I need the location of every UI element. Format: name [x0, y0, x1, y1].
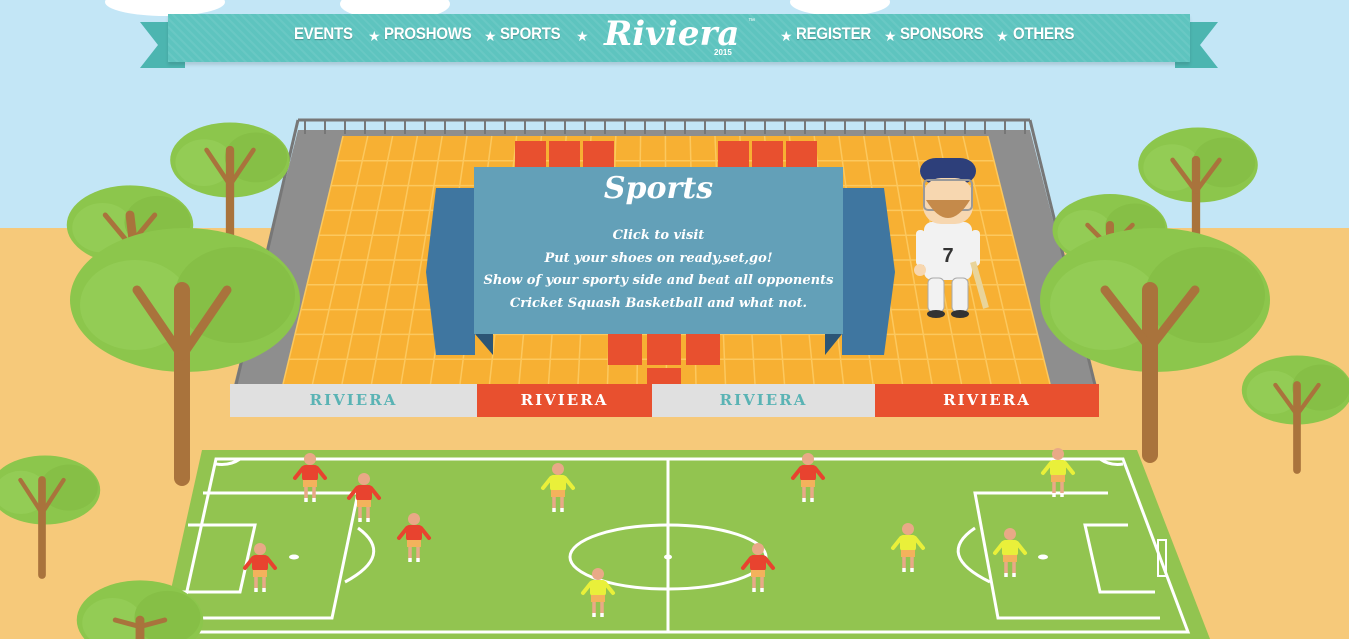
star-icon: ★ — [780, 28, 793, 44]
star-icon: ★ — [368, 28, 381, 44]
star-icon: ★ — [884, 28, 897, 44]
star-icon: ★ — [576, 28, 589, 44]
sports-info-panel[interactable]: Sports Click to visit Put your shoes on … — [474, 167, 843, 334]
panel-ribbon-left — [426, 188, 475, 355]
riviera-banner-label: RIVIERA — [520, 391, 609, 409]
nav-sports[interactable]: SPORTS — [500, 24, 561, 44]
panel-line-tagline: Put your shoes on ready,set,go! — [544, 251, 773, 266]
panel-title: Sports — [603, 171, 714, 206]
riviera-banner-label: RIVIERA — [309, 391, 398, 409]
riviera-banner-label: RIVIERA — [943, 391, 1031, 409]
panel-line-sports-list: Cricket Squash Basketball and what not. — [509, 296, 808, 311]
logo-trademark: ™ — [748, 18, 755, 25]
panel-line-click[interactable]: Click to visit — [474, 228, 843, 243]
logo-year: 2015 — [714, 48, 732, 57]
nav-proshows[interactable]: PROSHOWS — [384, 24, 472, 44]
panel-ribbon-right — [842, 188, 895, 355]
star-icon: ★ — [484, 28, 497, 44]
nav-events[interactable]: EVENTS — [294, 24, 353, 44]
panel-line-description: Show of your sporty side and beat all op… — [483, 273, 834, 288]
nav-sponsors[interactable]: SPONSORS — [900, 24, 984, 44]
nav-register[interactable]: REGISTER — [796, 24, 871, 44]
riviera-banner-label: RIVIERA — [719, 391, 808, 409]
nav-others[interactable]: OTHERS — [1013, 24, 1074, 44]
jersey-number: 7 — [942, 245, 953, 267]
top-navigation: EVENTS ★ PROSHOWS ★ SPORTS ★ Riviera 201… — [168, 14, 1190, 62]
star-icon: ★ — [996, 28, 1009, 44]
